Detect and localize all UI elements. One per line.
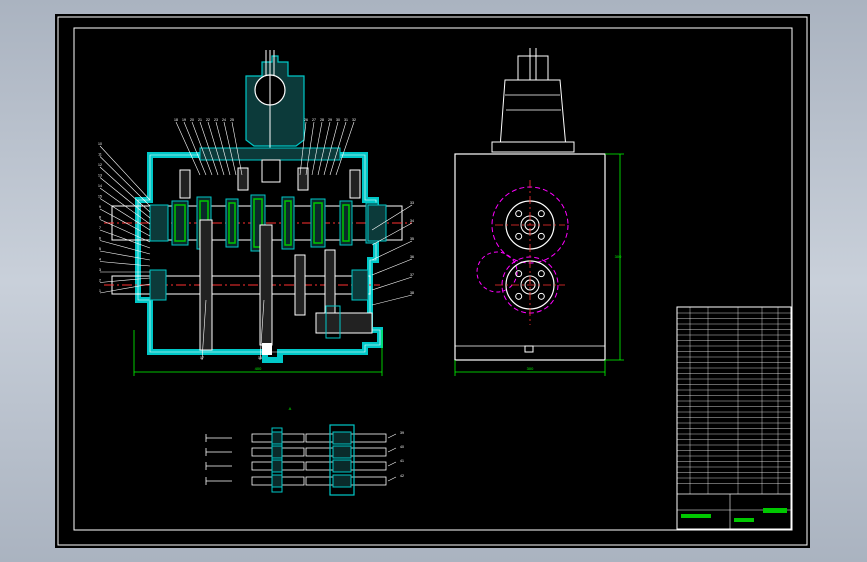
rod-label: 39 [400, 431, 404, 435]
balloon-label: 8 [99, 216, 101, 220]
section-a-detail: A 39 40 41 42 [205, 406, 404, 496]
title-block [676, 306, 792, 530]
main-gear [310, 198, 326, 248]
side-view: 300 300 [454, 48, 624, 376]
balloon-label: 18 [174, 118, 178, 122]
balloon-label: 38 [410, 291, 414, 295]
balloon-label: 4 [99, 258, 101, 262]
drain-plug [262, 343, 272, 355]
balloon-label: 30 [336, 118, 340, 122]
reverse-idler [315, 312, 373, 334]
balloon-label: 1 [99, 289, 101, 293]
main-gear [225, 198, 239, 248]
balloon-label: 7 [99, 226, 101, 230]
balloon-label: 6 [99, 237, 101, 241]
rod-label: 41 [400, 459, 404, 463]
balloon-label: 23 [214, 118, 218, 122]
counter-gear [199, 219, 213, 351]
balloon-label: 17 [200, 356, 204, 360]
balloon-label: 35 [410, 237, 414, 241]
balloon-label: 34 [410, 219, 414, 223]
balloon-label: 14 [98, 184, 102, 188]
main-gear [281, 196, 295, 250]
balloon-label: 9 [99, 205, 101, 209]
drawing-sheet: 400 18 19 20 21 22 23 24 25 26 27 28 29 30 31 32 10 11 12… [55, 14, 810, 548]
balloon-label: 13 [98, 174, 102, 178]
counter-gear [259, 224, 273, 346]
balloon-label: 10 [98, 142, 102, 146]
balloon-label: 20 [190, 118, 194, 122]
balloon-label: 16 [258, 356, 262, 360]
front-section-view: 400 18 19 20 21 22 23 24 25 26 27 28 29 30 31 32101112… [98, 50, 414, 376]
section-label: A [289, 406, 292, 411]
rod-label: 40 [400, 445, 404, 449]
balloon-label: 25 [230, 118, 234, 122]
balloon-label: 36 [410, 255, 414, 259]
balloon-label: 12 [98, 163, 102, 167]
balloon-label: 2 [99, 279, 101, 283]
width-dimension-left: 400 [255, 366, 262, 371]
height-dimension-right: 300 [615, 254, 622, 259]
balloon-label: 19 [182, 118, 186, 122]
balloon-label: 21 [198, 118, 202, 122]
balloon-label: 28 [320, 118, 324, 122]
balloon-label: 33 [410, 201, 414, 205]
balloon-label: 15 [98, 195, 102, 199]
balloon-label: 3 [99, 268, 101, 272]
width-dimension-right: 300 [527, 366, 534, 371]
balloon-label: 5 [99, 247, 101, 251]
balloon-label: 29 [328, 118, 332, 122]
counter-gear [294, 254, 306, 316]
main-gear [339, 200, 353, 246]
balloon-label: 27 [312, 118, 316, 122]
assembly-drawing: 400 18 19 20 21 22 23 24 25 26 27 28 29 30 31 32101112… [57, 16, 808, 546]
balloon-label: 11 [98, 153, 102, 157]
balloon-label: 22 [206, 118, 210, 122]
balloon-label: 31 [344, 118, 348, 122]
side-tower [499, 79, 567, 149]
balloon-label: 32 [352, 118, 356, 122]
cad-viewport[interactable]: 400 18 19 20 21 22 23 24 25 26 27 28 29 30 31 32 10 11 12… [0, 0, 867, 562]
balloon-label: 24 [222, 118, 226, 122]
balloon-label: 26 [304, 118, 308, 122]
balloon-label: 37 [410, 273, 414, 277]
top-cover [199, 147, 341, 161]
rod-label: 42 [400, 474, 404, 478]
